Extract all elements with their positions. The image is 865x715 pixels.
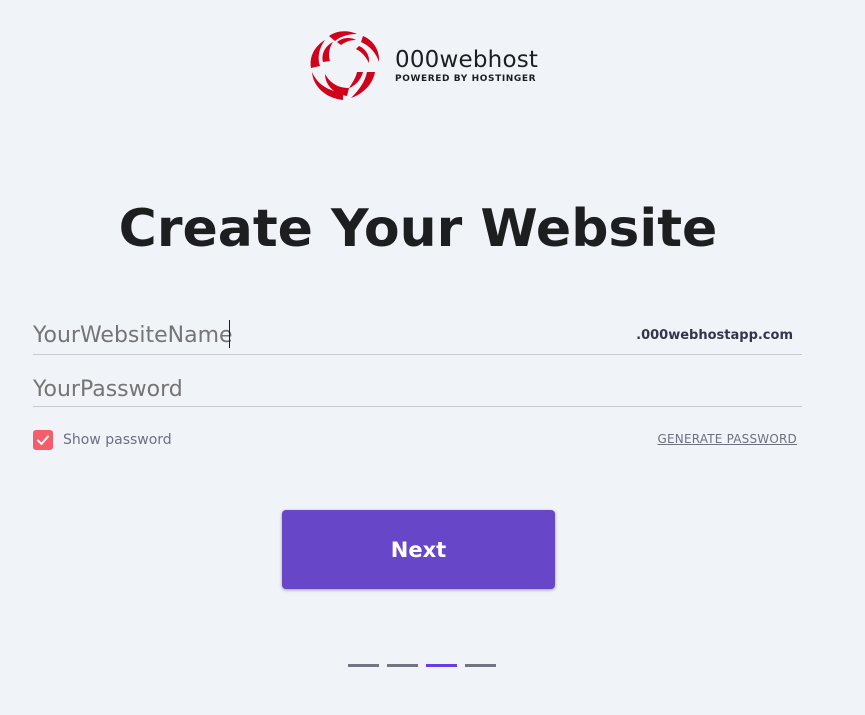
step-3-indicator — [426, 664, 457, 667]
brand-logo[interactable]: 000webhost POWERED BY HOSTINGER — [303, 28, 538, 102]
page-title: Create Your Website — [118, 199, 718, 259]
generate-password-link[interactable]: GENERATE PASSWORD — [658, 432, 798, 446]
website-name-field: .000webhostapp.com — [33, 320, 802, 355]
text-caret — [229, 320, 230, 348]
step-indicator — [348, 664, 496, 667]
spiral-logo-icon — [310, 31, 380, 100]
next-button[interactable]: Next — [282, 510, 555, 589]
website-name-input[interactable] — [33, 320, 633, 350]
brand-name: 000webhost — [395, 46, 539, 73]
brand-tagline: POWERED BY HOSTINGER — [395, 73, 537, 84]
password-options-row: Show password GENERATE PASSWORD — [33, 430, 798, 452]
domain-suffix: .000webhostapp.com — [636, 328, 793, 343]
password-field — [33, 374, 802, 407]
step-4-indicator — [465, 664, 496, 667]
show-password-label[interactable]: Show password — [63, 432, 172, 448]
step-1-indicator — [348, 664, 379, 667]
checkmark-icon — [37, 435, 49, 445]
show-password-checkbox[interactable] — [33, 430, 53, 450]
password-input[interactable] — [33, 374, 633, 404]
step-2-indicator — [387, 664, 418, 667]
